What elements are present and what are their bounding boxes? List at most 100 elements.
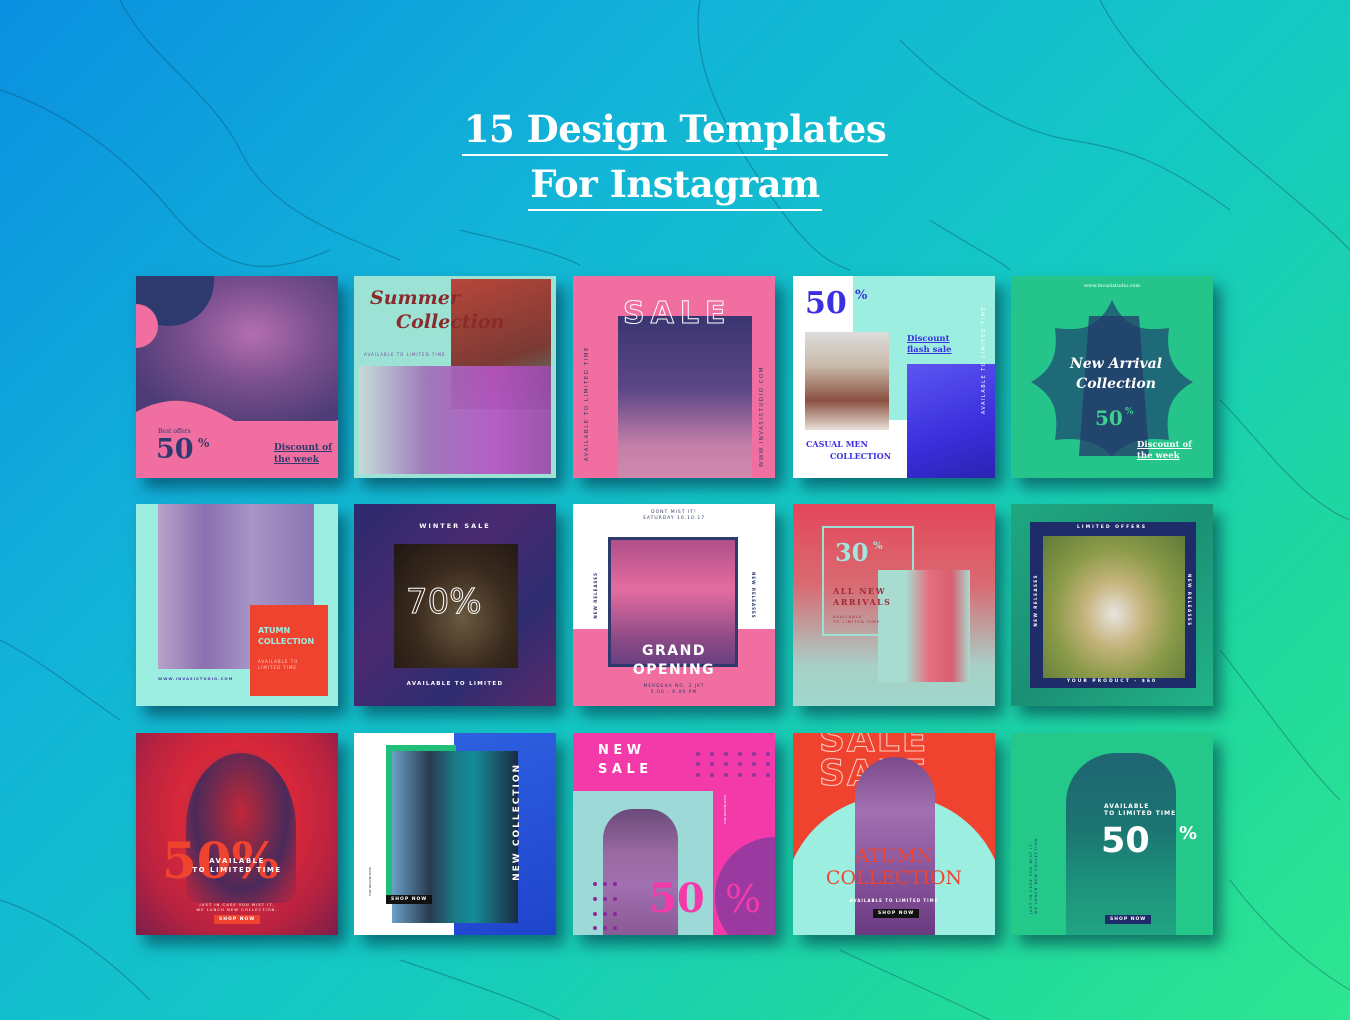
side-text-right: NEW RELEASES: [751, 572, 756, 619]
script-line-2: Collection: [1076, 376, 1156, 392]
side-text-left: NEW RELEASES: [1033, 574, 1038, 627]
top-text: WINTER SALE: [419, 522, 491, 530]
percent-value: 50: [156, 434, 194, 465]
template-12[interactable]: NEW COLLECTION SLICK BLOUSE 80% SHOP NOW: [354, 733, 556, 935]
subtitle: AVAILABLE TO LIMITED TIME: [258, 659, 298, 671]
photo-woman-magenta: [359, 366, 551, 474]
percent-value: 50: [805, 286, 847, 321]
template-13[interactable]: N E W S A L E SLICK BLOUSE 80% 50 %: [573, 733, 775, 935]
collection-line-1: CASUAL MEN: [806, 439, 868, 449]
script-title: New Arrival Collection: [1061, 354, 1171, 394]
percent-value: 50: [649, 875, 705, 922]
subtitle-line-2: LIMITED TIME: [258, 665, 297, 670]
tagline-1: Discount of: [274, 443, 333, 453]
template-11[interactable]: 50% AVAILABLE TO LIMITED TIME JUST IN CA…: [136, 733, 338, 935]
template-4[interactable]: 50 % Discount flash sale AVAILABLE TO LI…: [793, 276, 995, 478]
template-9[interactable]: 30 % ALL NEW ARRIVALS AVAILABLE TO LIMIT…: [793, 504, 995, 706]
template-3[interactable]: SALE AVAILABLE TO LIMITED TIME WWW.INVAS…: [573, 276, 775, 478]
overlay-line-1: AVAILABLE: [1104, 803, 1150, 810]
percent-sign: %: [725, 877, 762, 921]
heading: ALL NEW ARRIVALS: [833, 586, 891, 608]
shop-now-button[interactable]: SHOP NOW: [386, 895, 433, 904]
photo-woman-cornfield: [1043, 536, 1185, 678]
overlay-line-2: TO LIMITED TIME: [192, 866, 282, 874]
script-title: Summer Collection: [370, 286, 504, 334]
small-line-2: 80%: [723, 817, 727, 825]
template-8[interactable]: DONT MIST IT! SATURDAY 10.10.17 NEW RELE…: [573, 504, 775, 706]
template-2[interactable]: Summer Collection AVAILABLE TO LIMITED T…: [354, 276, 556, 478]
template-7[interactable]: WINTER SALE 70% AVAILABLE TO LIMITED: [354, 504, 556, 706]
left-vertical-text: AVAILABLE TO LIMITED TIME: [584, 346, 590, 462]
collection-text: CASUAL MEN COLLECTION: [806, 438, 891, 462]
collection-line-2: COLLECTION: [830, 451, 892, 461]
template-1[interactable]: Best offers 50 % Discount of the week: [136, 276, 338, 478]
page-title: 15 Design Templates For Instagram: [0, 104, 1350, 211]
heading-line-1: ATUMN: [855, 845, 933, 867]
bottom-text: AVAILABLE TO LIMITED: [406, 681, 504, 687]
heading: N E W S A L E: [598, 741, 648, 779]
subtitle: AVAILABLE TO LIMITED TIME: [364, 352, 446, 357]
small-line-1: SLICK BLOUSE: [723, 795, 727, 817]
small-text: SLICK BLOUSE 80%: [368, 867, 372, 896]
top-text: LIMITED OFFERS: [1077, 525, 1147, 530]
url-text: www.invasistudio.com: [1083, 283, 1141, 289]
side-text-right: NEW RELEASES: [1187, 574, 1192, 627]
heading-line-1: ALL NEW: [833, 586, 887, 596]
small-line-2: 80%: [368, 889, 372, 897]
percent-sign: %: [1179, 823, 1198, 844]
overlay-line-1: AVAILABLE: [209, 857, 265, 865]
template-6[interactable]: ATUMN COLLECTION AVAILABLE TO LIMITED TI…: [136, 504, 338, 706]
percent-sign: %: [1125, 407, 1134, 417]
top-text: DONT MIST IT! SATURDAY 10.10.17: [573, 510, 775, 522]
script-line-1: Summer: [370, 287, 460, 309]
percent-sign: %: [855, 288, 868, 303]
template-14[interactable]: SALE SALE ATUMN COLLECTION AVAILABLE TO …: [793, 733, 995, 935]
shop-now-button[interactable]: SHOP NOW: [873, 909, 920, 918]
title-line-1: 15 Design Templates: [461, 104, 889, 156]
vertical-text: AVAILABLE TO LIMITED TIME: [981, 306, 987, 415]
vertical-heading: NEW COLLECTION: [512, 763, 522, 881]
heading: ATUMN COLLECTION: [258, 625, 314, 647]
shop-now-button[interactable]: SHOP NOW: [214, 915, 261, 924]
address: MERDEKA NO. 3 JKT 5.00 - 8.00 PM: [573, 684, 775, 696]
heading-line-2: COLLECTION: [825, 867, 963, 889]
template-10[interactable]: LIMITED OFFERS NEW RELEASES NEW RELEASES…: [1011, 504, 1213, 706]
heading-line-1: GRAND: [642, 643, 706, 659]
subtitle: AVAILABLE TO LIMITED TIME: [833, 614, 880, 624]
subtitle: AVAILABLE TO LIMITED TIME: [849, 898, 939, 903]
photo-man-sunglasses: [805, 332, 889, 430]
template-15[interactable]: AVAILABLE TO LIMITED TIME 50 % JUST IN C…: [1011, 733, 1213, 935]
tagline-1: Discount of: [1137, 440, 1192, 450]
tagline: Discount of the week: [1137, 440, 1192, 462]
template-5[interactable]: www.invasistudio.com New Arrival Collect…: [1011, 276, 1213, 478]
coral-box: [250, 605, 328, 696]
percent-value: 50: [1101, 821, 1150, 861]
top-line-2: SATURDAY 10.10.17: [642, 516, 706, 521]
discount-line-2: flash sale: [907, 345, 952, 355]
photo-woman-flowers: [878, 570, 970, 682]
overlay-text: AVAILABLE TO LIMITED TIME: [136, 857, 338, 875]
subtitle-line-2: WE LUNCH NEW COLLECTION.: [196, 907, 278, 912]
small-text: SLICK BLOUSE 80%: [723, 795, 727, 824]
subtitle: JUST IN CASE YOU MIST IT. WE LUNCH NEW C…: [136, 902, 338, 912]
heading-line-2: COLLECTION: [258, 637, 315, 646]
url-text: WWW.INVASISTUDIO.COM: [158, 676, 234, 681]
dot-grid-top: [696, 752, 770, 777]
tagline: Discount of the week: [274, 442, 332, 466]
shop-now-button[interactable]: SHOP NOW: [1105, 915, 1152, 924]
heading: ATUMN COLLECTION: [793, 845, 995, 889]
bottom-text: YOUR PRODUCT - $60: [1066, 679, 1158, 684]
overlay-text: AVAILABLE TO LIMITED TIME: [1104, 803, 1176, 817]
small-line-1: SLICK BLOUSE: [368, 867, 372, 889]
heading-line-2: ARRIVALS: [833, 597, 892, 607]
dot-grid-bottom: [593, 882, 617, 930]
heading-line-1: N E W: [598, 743, 642, 758]
tagline-2: the week: [274, 455, 319, 465]
percent-value: 50: [1095, 406, 1123, 430]
sale-outline-text: SALE: [622, 296, 732, 332]
heading: GRAND OPENING: [573, 642, 775, 680]
heading-line-2: OPENING: [632, 662, 716, 678]
photo-woman-purple: [618, 316, 752, 478]
vertical-text: JUST IN CASE YOU MIST IT, WE LUNCH NEW C…: [1029, 838, 1039, 914]
right-vertical-text: WWW.INVASISTUDIO.COM: [759, 366, 765, 467]
